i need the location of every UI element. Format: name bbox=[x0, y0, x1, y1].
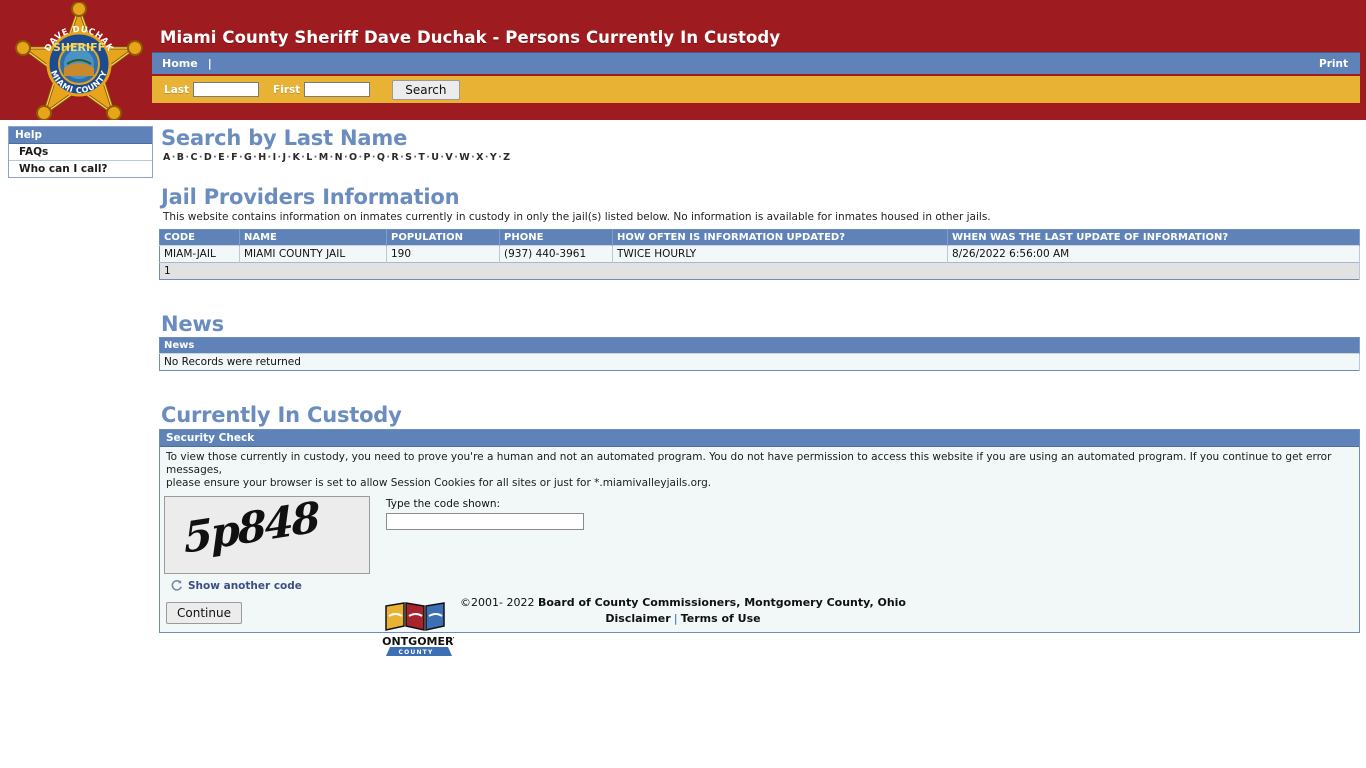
sheriff-badge-logo: DAVE DUCHAK MIAMI COUNTY SHERIFF bbox=[14, 2, 144, 120]
sidebar-item-faqs[interactable]: FAQs bbox=[9, 144, 152, 161]
navigation-bar: Home| Print bbox=[152, 52, 1360, 74]
sheriff-star-icon: DAVE DUCHAK MIAMI COUNTY SHERIFF bbox=[14, 2, 144, 120]
table-row: MIAM-JAIL MIAMI COUNTY JAIL 190 (937) 44… bbox=[160, 246, 1360, 263]
alpha-link-r[interactable]: R bbox=[391, 152, 399, 163]
first-name-input[interactable] bbox=[304, 82, 370, 97]
sidebar-link-who-can-i-call[interactable]: Who can I call? bbox=[19, 163, 108, 175]
alpha-link-c[interactable]: C bbox=[190, 152, 197, 163]
nav-link-home[interactable]: Home bbox=[162, 57, 198, 70]
captcha-input-area: Type the code shown: bbox=[386, 496, 584, 530]
captcha-code-text: 5p848 bbox=[183, 496, 320, 563]
news-table: News No Records were returned bbox=[159, 337, 1360, 371]
terms-of-use-link[interactable]: Terms of Use bbox=[681, 612, 761, 625]
search-toolbar: Last First Search bbox=[152, 76, 1360, 103]
footer-copyright-org: Board of County Commissioners, Montgomer… bbox=[538, 596, 906, 609]
refresh-captcha-row[interactable]: Show another code bbox=[164, 579, 1355, 592]
alpha-link-x[interactable]: X bbox=[476, 152, 484, 163]
main-content: Search by Last Name A·B·C·D·E·F·G·H·I·J·… bbox=[159, 120, 1360, 633]
cell-code: MIAM-JAIL bbox=[160, 246, 240, 263]
news-header-row: News bbox=[160, 338, 1360, 354]
search-by-last-name-title: Search by Last Name bbox=[161, 126, 1360, 150]
alpha-link-w[interactable]: W bbox=[459, 152, 470, 163]
nav-separator: | bbox=[198, 57, 216, 70]
table-pager-row: 1 bbox=[160, 263, 1360, 280]
last-name-input[interactable] bbox=[193, 82, 259, 97]
logo-sub-text: COUNTY bbox=[398, 649, 433, 656]
jail-providers-description: This website contains information on inm… bbox=[163, 211, 1360, 223]
alpha-link-z[interactable]: Z bbox=[503, 152, 510, 163]
alpha-link-i[interactable]: I bbox=[273, 152, 277, 163]
captcha-input-label: Type the code shown: bbox=[386, 498, 584, 510]
currently-in-custody-title: Currently In Custody bbox=[161, 403, 1360, 427]
footer-link-separator: | bbox=[671, 612, 681, 625]
logo-name-text: MONTGOMERY bbox=[382, 635, 454, 648]
sidebar-link-faqs[interactable]: FAQs bbox=[19, 146, 48, 158]
search-button[interactable]: Search bbox=[392, 80, 459, 100]
news-empty-row: No Records were returned bbox=[160, 354, 1360, 371]
print-link-wrap: Print bbox=[1319, 58, 1348, 70]
footer-inner: MONTGOMERY COUNTY ©2001- 2022 Board of C… bbox=[460, 596, 906, 625]
jail-providers-header-row: CODE NAME POPULATION PHONE HOW OFTEN IS … bbox=[160, 230, 1360, 246]
alpha-link-e[interactable]: E bbox=[218, 152, 225, 163]
cell-last-update: 8/26/2022 6:56:00 AM bbox=[948, 246, 1360, 263]
security-check-heading: Security Check bbox=[160, 430, 1359, 447]
print-link[interactable]: Print bbox=[1319, 58, 1348, 70]
footer-links: Disclaimer|Terms of Use bbox=[460, 612, 906, 625]
jail-providers-title: Jail Providers Information bbox=[161, 185, 1360, 209]
sidebar-item-who-can-i-call[interactable]: Who can I call? bbox=[9, 161, 152, 177]
captcha-image: 5p848 bbox=[164, 496, 370, 574]
badge-mid-text: SHERIFF bbox=[53, 41, 105, 54]
col-update-frequency: HOW OFTEN IS INFORMATION UPDATED? bbox=[613, 230, 948, 246]
security-check-text-line1: To view those currently in custody, you … bbox=[164, 451, 1355, 477]
news-empty-message: No Records were returned bbox=[160, 354, 1360, 371]
montgomery-county-logo-icon: MONTGOMERY COUNTY bbox=[382, 600, 454, 658]
show-another-code-link[interactable]: Show another code bbox=[188, 580, 302, 592]
sidebar-heading: Help bbox=[9, 127, 152, 144]
col-last-update: WHEN WAS THE LAST UPDATE OF INFORMATION? bbox=[948, 230, 1360, 246]
alpha-link-p[interactable]: P bbox=[363, 152, 370, 163]
title-bar: Miami County Sheriff Dave Duchak - Perso… bbox=[152, 0, 1366, 52]
alpha-link-g[interactable]: G bbox=[244, 152, 252, 163]
page-footer: MONTGOMERY COUNTY ©2001- 2022 Board of C… bbox=[0, 596, 1366, 625]
cell-name: MIAMI COUNTY JAIL bbox=[240, 246, 387, 263]
alpha-link-f[interactable]: F bbox=[231, 152, 238, 163]
pager-page-1[interactable]: 1 bbox=[160, 263, 1360, 280]
captcha-input[interactable] bbox=[386, 513, 584, 530]
first-name-label: First bbox=[273, 84, 300, 96]
col-population: POPULATION bbox=[387, 230, 500, 246]
captcha-row: 5p848 Type the code shown: bbox=[164, 496, 1355, 574]
alpha-link-d[interactable]: D bbox=[204, 152, 212, 163]
col-news: News bbox=[160, 338, 1360, 354]
col-code: CODE bbox=[160, 230, 240, 246]
nav-links: Home| bbox=[162, 57, 216, 70]
help-sidebar: Help FAQs Who can I call? bbox=[8, 126, 153, 178]
alpha-link-m[interactable]: M bbox=[319, 152, 329, 163]
alpha-link-n[interactable]: N bbox=[335, 152, 343, 163]
site-header: DAVE DUCHAK MIAMI COUNTY SHERIFF Miami C… bbox=[0, 0, 1366, 120]
refresh-icon bbox=[170, 579, 183, 592]
cell-population: 190 bbox=[387, 246, 500, 263]
cell-update-frequency: TWICE HOURLY bbox=[613, 246, 948, 263]
cell-phone: (937) 440-3961 bbox=[500, 246, 613, 263]
last-name-label: Last bbox=[164, 84, 189, 96]
alpha-link-h[interactable]: H bbox=[258, 152, 266, 163]
disclaimer-link[interactable]: Disclaimer bbox=[605, 612, 670, 625]
alpha-link-a[interactable]: A bbox=[163, 152, 171, 163]
jail-providers-table: CODE NAME POPULATION PHONE HOW OFTEN IS … bbox=[159, 229, 1360, 280]
footer-copyright-years: ©2001- 2022 bbox=[460, 596, 534, 609]
security-check-text-line2: please ensure your browser is set to all… bbox=[164, 477, 1355, 490]
news-title: News bbox=[161, 312, 1360, 336]
col-name: NAME bbox=[240, 230, 387, 246]
footer-copyright: ©2001- 2022 Board of County Commissioner… bbox=[460, 596, 906, 609]
alphabet-index: A·B·C·D·E·F·G·H·I·J·K·L·M·N·O·P·Q·R·S·T·… bbox=[163, 152, 1360, 163]
alpha-link-l[interactable]: L bbox=[306, 152, 312, 163]
col-phone: PHONE bbox=[500, 230, 613, 246]
page-root: DAVE DUCHAK MIAMI COUNTY SHERIFF Miami C… bbox=[0, 0, 1366, 768]
page-title: Miami County Sheriff Dave Duchak - Perso… bbox=[160, 28, 780, 47]
